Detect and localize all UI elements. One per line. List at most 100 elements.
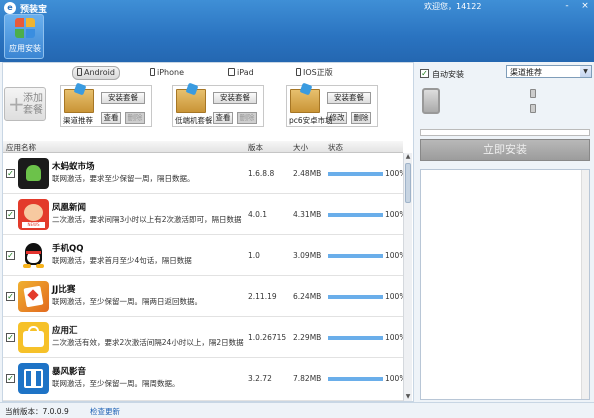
check-update-link[interactable]: 检查更新 (90, 406, 120, 417)
tab-label: iPhone (157, 68, 185, 77)
status-bar: 当前版本：7.0.0.9 检查更新 (0, 402, 594, 418)
phone-icon (296, 68, 301, 76)
row-checkbox[interactable]: ✓ (6, 210, 15, 219)
add-package-button[interactable]: + 添加套餐 (4, 87, 46, 121)
yingyonghui-icon (18, 322, 49, 353)
table-row[interactable]: ✓ NEWS 凤凰新闻 二次激活，要求间隔3小时以上有2次激活即可，隔日数据 4… (3, 195, 406, 235)
table-row[interactable]: ✓ JJ比赛 联网激活，至少保留一周。隔两日返回数据。 2.11.19 6.24… (3, 277, 406, 317)
app-desc: 联网激活，要求首月至少4句话，隔日数据 (52, 256, 192, 265)
title-bar: e 预装宝 欢迎您，14122 - × 应用安装 (0, 0, 594, 62)
nav-app-install[interactable]: 应用安装 (4, 14, 44, 59)
table-row[interactable]: ✓ 应用汇 二次激活有效，要求2次激活间隔24小时以上，隔2日数据 1.0.26… (3, 318, 406, 358)
add-package-label: 添加套餐 (23, 93, 43, 116)
install-progress-bar (420, 129, 590, 136)
header-status[interactable]: 状态 (328, 142, 343, 153)
close-button[interactable]: × (578, 0, 592, 12)
tab-label: IOS正版 (303, 68, 333, 77)
app-name: JJ比赛 (52, 285, 76, 295)
app-version: 1.6.8.8 (248, 169, 275, 178)
app-grid-icon (15, 18, 35, 38)
mumayi-icon (18, 158, 49, 189)
progress-fill (328, 377, 383, 381)
app-size: 2.29MB (293, 333, 322, 342)
jj-icon (18, 281, 49, 312)
package-card: 安装套餐 修改 删除 pc6安卓市场 (286, 85, 378, 127)
table-row[interactable]: ✓ 暴风影音 联网激活，至少保留一周。隔周数据。 3.2.72 7.82MB 1… (3, 359, 406, 401)
package-name: 低端机套餐 (175, 116, 213, 125)
app-desc: 二次激活，要求间隔3小时以上有2次激活即可，隔日数据 (52, 215, 242, 224)
row-checkbox[interactable]: ✓ (6, 374, 15, 383)
row-checkbox[interactable]: ✓ (6, 169, 15, 178)
tab-ipad[interactable]: iPad (228, 66, 254, 80)
scroll-thumb[interactable] (405, 163, 411, 203)
app-size: 6.24MB (293, 292, 322, 301)
list-scrollbar[interactable]: ▲ ▼ (403, 153, 412, 401)
progress-fill (328, 213, 383, 217)
tab-label: Android (84, 68, 115, 77)
install-package-button[interactable]: 安装套餐 (101, 92, 145, 104)
progress-bar (328, 254, 383, 258)
channel-select-value: 渠道推荐 (510, 68, 542, 77)
install-now-button[interactable]: 立即安装 (420, 139, 590, 161)
delete-package-button[interactable]: 删除 (125, 112, 145, 124)
table-row[interactable]: ✓ 手机QQ 联网激活，要求首月至少4句话，隔日数据 1.0 3.09MB 10… (3, 236, 406, 276)
app-desc: 联网激活，至少保留一周。隔周数据。 (52, 379, 180, 388)
app-version: 1.0.26715 (248, 333, 287, 342)
install-package-button[interactable]: 安装套餐 (213, 92, 257, 104)
progress-bar (328, 295, 383, 299)
app-size: 2.48MB (293, 169, 322, 178)
device-small-icon (530, 104, 536, 113)
minimize-button[interactable]: - (560, 0, 574, 12)
scroll-up-icon[interactable]: ▲ (404, 153, 412, 161)
progress-bar (328, 172, 383, 176)
qq-icon (18, 240, 49, 271)
app-size: 3.09MB (293, 251, 322, 260)
ifeng-icon: NEWS (18, 199, 49, 230)
tab-ios-official[interactable]: IOS正版 (296, 66, 333, 80)
row-checkbox[interactable]: ✓ (6, 292, 15, 301)
tab-iphone[interactable]: iPhone (150, 66, 184, 80)
install-log-box (420, 169, 590, 400)
tab-label: iPad (237, 68, 254, 77)
auto-install-label: 自动安装 (432, 70, 464, 79)
chevron-down-icon: ▼ (580, 66, 591, 77)
progress-fill (328, 336, 383, 340)
delete-package-button[interactable]: 删除 (351, 112, 371, 124)
tab-android[interactable]: Android (72, 66, 120, 80)
app-name: 凤凰新闻 (52, 203, 87, 213)
delete-package-button[interactable]: 删除 (237, 112, 257, 124)
phone-icon (77, 68, 82, 76)
view-package-button[interactable]: 查看 (101, 112, 121, 124)
header-name[interactable]: 应用名称 (6, 142, 36, 153)
progress-fill (328, 295, 383, 299)
package-name: pc6安卓市场 (289, 116, 333, 125)
tablet-icon (228, 68, 235, 76)
app-name: 暴风影音 (52, 367, 87, 377)
table-header: 应用名称 版本 大小 状态 (3, 141, 403, 153)
app-desc: 联网激活，要求至少保留一周，隔日数据。 (52, 174, 195, 183)
row-checkbox[interactable]: ✓ (6, 251, 15, 260)
progress-fill (328, 254, 383, 258)
progress-fill (328, 172, 383, 176)
device-phone-icon (422, 88, 440, 114)
header-size[interactable]: 大小 (293, 142, 308, 153)
welcome-text: 欢迎您，14122 (424, 2, 482, 11)
row-checkbox[interactable]: ✓ (6, 333, 15, 342)
app-version: 3.2.72 (248, 374, 272, 383)
install-package-button[interactable]: 安装套餐 (327, 92, 371, 104)
channel-select[interactable]: 渠道推荐 ▼ (506, 65, 592, 78)
app-size: 7.82MB (293, 374, 322, 383)
log-scrollbar[interactable] (581, 170, 589, 399)
auto-install-checkbox[interactable]: ✓ (420, 69, 429, 78)
package-name: 渠道推荐 (63, 116, 93, 125)
app-version: 1.0 (248, 251, 260, 260)
table-row[interactable]: ✓ 木蚂蚁市场 联网激活，要求至少保留一周，隔日数据。 1.6.8.8 2.48… (3, 154, 406, 194)
view-package-button[interactable]: 查看 (213, 112, 233, 124)
header-version[interactable]: 版本 (248, 142, 263, 153)
app-version: 4.0.1 (248, 210, 268, 219)
nav-label: 应用安装 (9, 44, 41, 53)
scroll-down-icon[interactable]: ▼ (404, 393, 412, 401)
app-desc: 联网激活，至少保留一周。隔两日返回数据。 (52, 297, 202, 306)
device-small-icon (530, 89, 536, 98)
baofeng-icon (18, 363, 49, 394)
